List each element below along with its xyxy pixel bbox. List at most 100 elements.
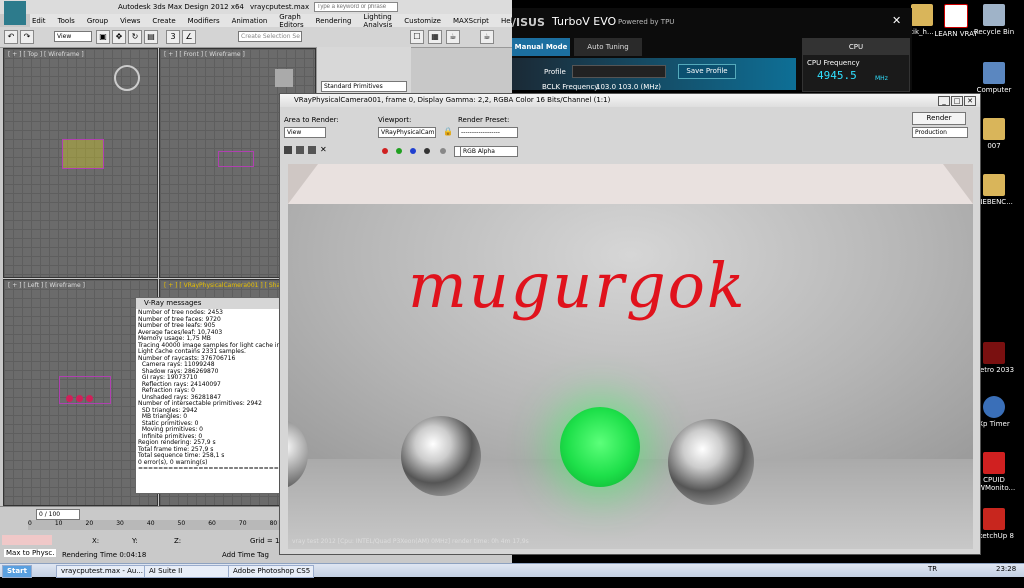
viewport-label: [ + ] [ Top ] [ Wireframe ] [8,51,84,58]
menu-tools[interactable]: Tools [58,17,75,25]
ceiling-beam-left [288,164,318,204]
menu-modifiers[interactable]: Modifiers [188,17,220,25]
chrome-sphere-left [401,416,481,496]
x-coord-label: X: [92,537,100,545]
tick: 20 [85,520,94,527]
desktop-icon-label: Computer [976,86,1012,94]
profile-label: Profile [544,68,566,76]
chrome-sphere-right [668,419,754,505]
maximize-icon[interactable]: □ [951,96,963,106]
scene-object [62,139,104,169]
tick: 60 [208,520,216,527]
menu-views[interactable]: Views [120,17,140,25]
snap-icon[interactable]: 3 [166,30,180,44]
z-coord-label: Z: [174,537,182,545]
menu-group[interactable]: Group [87,17,108,25]
scale-icon[interactable]: ▤ [144,30,158,44]
language-indicator[interactable]: TR [928,565,937,573]
menu-customize[interactable]: Customize [404,17,441,25]
cpu-panel: CPU CPU Frequency 4945.5 MHz [802,38,910,92]
profile-select[interactable] [572,65,666,78]
task-ai-suite[interactable]: AI Suite II [144,565,230,578]
desktop-icon-label: Xp Timer [978,420,1010,428]
green-channel-icon[interactable] [396,148,402,154]
time-slider[interactable]: 0 / 100 [36,509,80,520]
close-icon[interactable]: ✕ [964,96,976,106]
menu-create[interactable]: Create [152,17,175,25]
computer-icon[interactable]: Computer [972,62,1016,94]
clone-icon[interactable] [308,146,316,154]
maxscript-listener[interactable] [2,535,52,545]
copy-icon[interactable] [296,146,304,154]
tab-auto-tuning[interactable]: Auto Tuning [574,38,642,56]
max-logo-icon[interactable] [4,1,26,25]
menu-maxscript[interactable]: MAXScript [453,17,489,25]
red-channel-icon[interactable] [382,148,388,154]
render-setup-icon[interactable]: ☐ [410,30,424,44]
cpu-tab[interactable]: CPU [803,39,909,55]
viewport-top[interactable]: [ + ] [ Top ] [ Wireframe ] [3,48,158,278]
vray-messages-title: V-Ray messages [136,298,279,309]
area-to-render-select[interactable]: View [284,127,326,138]
close-icon[interactable]: ✕ [892,14,901,27]
turbov-window: /ISUS TurboV EVO Powered by TPU ✕ Manual… [512,8,912,92]
bclk-label: BCLK Frequency [542,83,599,91]
save-icon[interactable] [284,146,292,154]
minimize-icon[interactable]: _ [938,96,950,106]
select-icon[interactable]: ▣ [96,30,110,44]
clock[interactable]: 23:28 [996,565,1016,573]
vray-messages-window: V-Ray messages Number of tree nodes: 245… [135,297,280,494]
task-photoshop[interactable]: Adobe Photoshop CS5 ... [228,565,314,586]
main-toolbar: ↶ ↷ View ▣ ✥ ↻ ▤ 3 ∠ Create Selection Se… [0,27,512,48]
tick: 50 [177,520,186,527]
channel-select[interactable]: RGB Alpha [460,146,518,157]
timeline-ruler[interactable]: 0 10 20 30 40 50 60 70 80 90 [28,520,308,530]
render-frame-icon[interactable]: ▦ [428,30,442,44]
max-title: Autodesk 3ds Max Design 2012 x64 [118,3,244,11]
render-preset-select[interactable]: ------------------ [458,127,518,138]
cpu-frequency-unit: MHz [875,75,888,82]
alpha-channel-icon[interactable] [424,148,430,154]
desktop-icon-label: 007 [987,142,1001,150]
viewport-select[interactable]: VRayPhysicalCam [378,127,436,138]
reference-coord-select[interactable]: View [54,31,92,42]
redo-icon[interactable]: ↷ [20,30,34,44]
recycle-bin-icon[interactable]: Recycle Bin [972,4,1016,36]
undo-icon[interactable]: ↶ [4,30,18,44]
save-profile-button[interactable]: Save Profile [678,64,736,79]
rotate-icon[interactable]: ↻ [128,30,142,44]
move-icon[interactable]: ✥ [112,30,126,44]
glowing-green-sphere [560,407,640,487]
selection-set-input[interactable]: Create Selection Se [238,31,302,42]
angle-snap-icon[interactable]: ∠ [182,30,196,44]
render-image: mugurgok vray test 2012 [Cpu: INTEL/Quad… [288,164,973,549]
viewcube-icon[interactable] [275,69,293,87]
search-input[interactable] [314,2,398,12]
render-button[interactable]: Render [912,112,966,125]
teapot-icon[interactable]: ☕ [480,30,494,44]
mono-icon[interactable] [440,148,446,154]
object-type-select[interactable]: Standard Primitives [321,81,407,92]
start-button[interactable]: Start [2,565,32,578]
menu-animation[interactable]: Animation [232,17,268,25]
viewport-label: [ + ] [ VRayPhysicalCamera001 ] [ Shaded… [164,282,296,289]
tick: 70 [238,520,247,527]
sphere [76,395,83,402]
menu-rendering[interactable]: Rendering [316,17,352,25]
clear-icon[interactable]: ✕ [320,146,328,154]
menu-edit[interactable]: Edit [32,17,46,25]
maxscript-input[interactable]: Max to Physc. [4,549,57,557]
taskbar: Start vraycputest.max - Au... AI Suite I… [0,563,1024,586]
blue-channel-icon[interactable] [410,148,416,154]
lock-icon[interactable]: 🔒 [443,127,453,136]
task-3dsmax[interactable]: vraycputest.max - Au... [56,565,146,578]
tick: 30 [116,520,124,527]
turbov-title: TurboV EVO [552,15,617,28]
production-select[interactable]: Production [912,127,968,138]
render-icon[interactable]: ☕ [446,30,460,44]
add-time-tag[interactable]: Add Time Tag [222,551,269,559]
area-to-render-label: Area to Render: [284,116,339,124]
viewcube-icon[interactable] [114,65,140,91]
tab-manual-mode[interactable]: Manual Mode [512,38,570,56]
cpu-frequency-value: 4945.5 [817,69,857,82]
